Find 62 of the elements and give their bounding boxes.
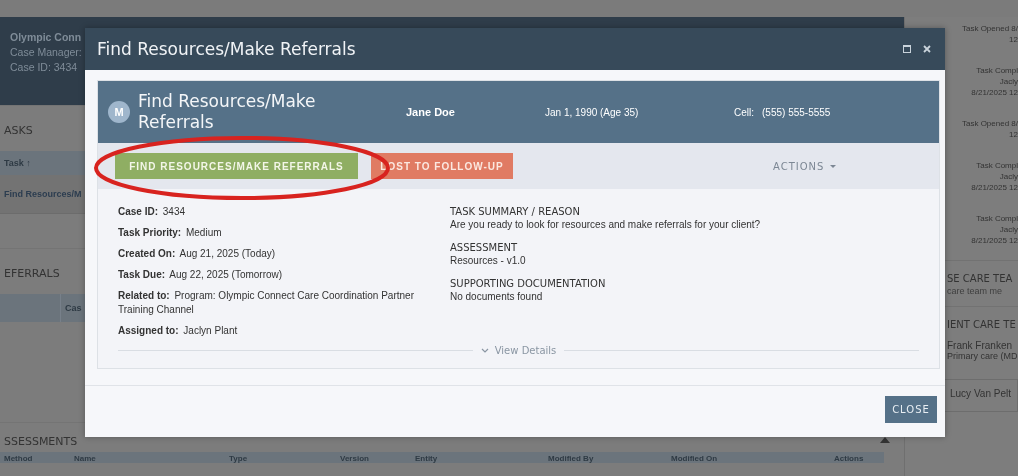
activity-text: Jacly	[998, 76, 1018, 87]
section-text: Resources - v1.0	[450, 254, 527, 267]
section-title: ASKS	[3, 123, 33, 139]
column-header[interactable]: Entity	[411, 454, 544, 463]
detail-text: Assigned to: Jaclyn Plant	[118, 324, 239, 338]
view-details-link[interactable]: View Details	[480, 345, 557, 356]
close-icon[interactable]	[923, 45, 931, 53]
action-button[interactable]: FIND RESOURCES/MAKE REFERRALS	[115, 153, 358, 179]
activity-text: 12	[1008, 34, 1018, 45]
section-title: SUPPORTING DOCUMENTATION	[450, 277, 607, 290]
actions-menu[interactable]: ACTIONS	[767, 159, 843, 173]
detail-text: Created On: Aug 21, 2025 (Today)	[118, 247, 277, 261]
activity-text: Task Compl	[975, 160, 1018, 171]
activity-text: 8/21/2025 12	[970, 87, 1018, 98]
section-title: ASSESSMENT	[450, 241, 519, 254]
column-header[interactable]: Task ↑	[0, 158, 31, 168]
column-header[interactable]: Name	[70, 454, 225, 463]
section-title: EFERRALS	[3, 266, 60, 282]
column-header[interactable]: Modified By	[544, 454, 667, 463]
activity-text: 8/21/2025 12	[970, 182, 1018, 193]
column-header[interactable]: Modified On	[667, 454, 830, 463]
activity-text: Task Opened 8/	[960, 23, 1018, 34]
activity-text: Task Opened 8/	[960, 118, 1018, 129]
column-header[interactable]: Method	[0, 454, 70, 463]
activity-text: 12	[1008, 129, 1018, 140]
activity-text: Jacly	[998, 224, 1018, 235]
header-text: Case Manager:	[10, 45, 82, 60]
column-header[interactable]: Version	[336, 454, 411, 463]
activity-text: Jacly	[998, 171, 1018, 182]
activity-text: Task Compl	[975, 213, 1018, 224]
detail-text: Task Due: Aug 22, 2025 (Tomorrow)	[118, 268, 284, 282]
section-text: No documents found	[450, 290, 544, 303]
task-title: Find Resources/Make Referrals	[138, 91, 317, 133]
section-text: Are you ready to look for resources and make referrals for your client?	[450, 218, 762, 231]
detail-text: Related to: Program: Olympic Connect Care Coordination Partner Training Channel	[118, 289, 415, 317]
activity-text: 8/21/2025 12	[970, 235, 1018, 246]
section-title: TASK SUMMARY / REASON	[450, 205, 581, 218]
member-name: Lucy Van Pelt	[950, 388, 1012, 399]
header-text: Case ID: 3434	[10, 60, 78, 75]
section-title: SE CARE TEA	[947, 272, 1014, 286]
detail-text: Case ID: 3434	[118, 205, 187, 219]
caret-icon	[830, 164, 837, 168]
chevron-icon	[480, 348, 489, 353]
column-header[interactable]: Actions	[830, 454, 868, 463]
section-title: IENT CARE TE	[947, 318, 1017, 332]
phone-number: (555) 555-5555	[762, 106, 831, 118]
close-button[interactable]: CLOSE	[885, 396, 937, 423]
table-cell-text: Find Resources/M	[3, 189, 82, 199]
maximize-icon[interactable]	[903, 45, 911, 53]
birth-date: Jan 1, 1990 (Age 35)	[545, 106, 640, 118]
section-title: SSESSMENTS	[3, 434, 78, 450]
member-role: Primary care (MD	[947, 351, 1018, 361]
client-name: Jane Doe	[406, 106, 456, 118]
avatar: M	[108, 101, 130, 123]
member-name: Frank Franken	[947, 340, 1014, 351]
column-header[interactable]: Type	[225, 454, 336, 463]
detail-text: Task Priority: Medium	[118, 226, 223, 240]
header-text: Olympic Conn	[10, 30, 82, 45]
activity-text: Task Compl	[975, 65, 1018, 76]
phone-label: Cell:	[734, 106, 754, 118]
dialog-title: Find Resources/Make Referrals	[97, 39, 356, 59]
column-header[interactable]: Cas	[61, 303, 82, 313]
